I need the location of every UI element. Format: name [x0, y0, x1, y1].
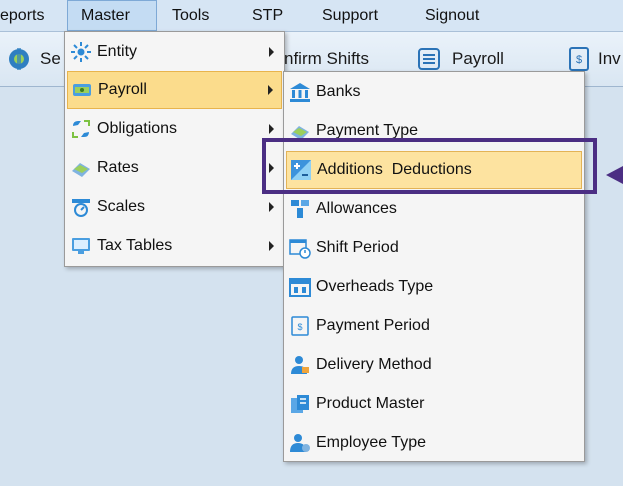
submenu-arrow-icon — [269, 124, 274, 134]
menu-item-label: Entity — [97, 43, 138, 60]
menu-item-label: Payroll — [98, 81, 147, 98]
svg-text:$: $ — [297, 322, 302, 332]
menu-item-label: Rates — [97, 159, 139, 176]
submenu-arrow-icon — [269, 47, 274, 57]
menu-item-label: Scales — [97, 198, 146, 215]
menu-item-overheads-type[interactable]: Overheads Type — [286, 268, 582, 306]
toolbar-label: Se — [40, 49, 61, 68]
menu-bar: eports Master Tools STP Support Signout — [0, 0, 623, 32]
payroll-list-icon — [418, 48, 440, 70]
menu-stp[interactable]: STP — [252, 0, 292, 31]
menu-item-tax-tables[interactable]: Tax Tables — [67, 227, 282, 265]
menu-item-employee-type[interactable]: Employee Type — [286, 424, 582, 462]
menu-item-label: Delivery Method — [316, 356, 432, 373]
menu-item-label: Employee Type — [316, 434, 426, 451]
scales-icon — [72, 199, 90, 217]
entity-icon — [71, 42, 91, 62]
toolbar-label: Inv — [598, 49, 621, 68]
submenu-arrow-icon — [269, 202, 274, 212]
menu-item-obligations[interactable]: Obligations — [67, 110, 282, 148]
rates-icon — [72, 163, 90, 177]
product-icon — [291, 395, 309, 413]
toolbar-label: Payroll — [452, 49, 504, 68]
invoice-icon: $ — [569, 47, 589, 71]
menu-item-label: Banks — [316, 83, 361, 100]
toolbar-label: nfirm Shifts — [284, 49, 370, 68]
submenu-arrow-icon — [269, 241, 274, 251]
menu-item-entity[interactable]: Entity — [67, 33, 282, 71]
allowances-icon — [291, 200, 309, 218]
payment-period-icon: $ — [291, 316, 309, 336]
obligations-icon — [72, 120, 90, 138]
menu-item-delivery-method[interactable]: Delivery Method — [286, 346, 582, 384]
employee-icon — [290, 434, 310, 452]
menu-item-label: Obligations — [97, 120, 178, 137]
menu-item-allowances[interactable]: Allowances — [286, 190, 582, 228]
menu-item-banks[interactable]: Banks — [286, 73, 582, 111]
menu-item-payment-period[interactable]: $ Payment Period — [286, 307, 582, 345]
menu-item-payroll[interactable]: Payroll — [67, 71, 282, 109]
menu-item-shift-period[interactable]: Shift Period — [286, 229, 582, 267]
menu-item-label: Overheads Type — [316, 278, 434, 295]
payroll-submenu: Banks Payment Type Additions Deductions … — [283, 71, 585, 462]
menu-item-product-master[interactable]: Product Master — [286, 385, 582, 423]
menu-item-label: Allowances — [316, 200, 397, 217]
toolbar-button-settings[interactable]: Se — [6, 32, 61, 86]
bank-icon — [290, 83, 310, 102]
master-dropdown-menu: Entity Payroll Obligations Rates Scales … — [64, 31, 285, 267]
delivery-icon — [291, 356, 309, 374]
menu-item-label: Payment Period — [316, 317, 430, 334]
calendar-clock-icon — [289, 239, 311, 259]
menu-master[interactable]: Master — [67, 0, 157, 31]
menu-signout[interactable]: Signout — [425, 0, 500, 31]
menu-item-scales[interactable]: Scales — [67, 188, 282, 226]
svg-text:$: $ — [576, 54, 582, 66]
settings-money-icon — [9, 48, 29, 70]
menu-item-rates[interactable]: Rates — [67, 149, 282, 187]
overheads-icon — [289, 278, 311, 297]
callout-arrow-icon — [606, 166, 623, 184]
menu-item-label: Tax Tables — [97, 237, 173, 254]
payroll-icon — [73, 84, 91, 96]
submenu-arrow-icon — [268, 85, 273, 95]
menu-item-label: Product Master — [316, 395, 425, 412]
menu-reports[interactable]: eports — [0, 0, 60, 31]
menu-item-label: Shift Period — [316, 239, 399, 256]
tax-tables-icon — [72, 238, 90, 254]
highlight-callout-box — [262, 138, 597, 194]
menu-tools[interactable]: Tools — [172, 0, 227, 31]
menu-support[interactable]: Support — [322, 0, 397, 31]
